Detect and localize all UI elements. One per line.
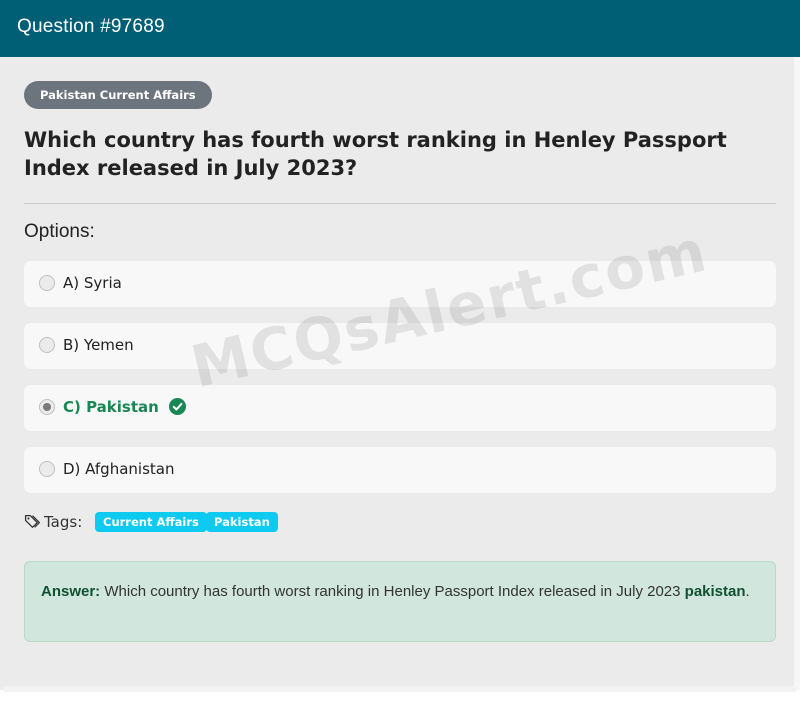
tags-label: Tags: <box>44 513 83 531</box>
divider <box>24 203 776 204</box>
option-d-radio[interactable] <box>39 461 55 477</box>
question-header: Question #97689 <box>0 0 800 57</box>
question-text: Which country has fourth worst ranking i… <box>24 128 727 180</box>
option-c[interactable]: C) Pakistan <box>24 385 776 431</box>
option-a[interactable]: A) Syria <box>24 261 776 307</box>
option-a-radio[interactable] <box>39 275 55 291</box>
option-b-radio[interactable] <box>39 337 55 353</box>
answer-question: Which country has fourth worst ranking i… <box>104 583 681 600</box>
answer-text: Answer: Which country has fourth worst r… <box>41 580 761 604</box>
option-c-radio[interactable] <box>39 399 55 415</box>
answer-suffix: . <box>745 583 750 600</box>
option-c-text: C) Pakistan <box>63 398 186 416</box>
check-circle-icon <box>168 398 186 415</box>
options-label: Options: <box>24 221 95 242</box>
card-bottom-edge <box>4 686 796 692</box>
option-b[interactable]: B) Yemen <box>24 323 776 369</box>
option-c-label: C) Pakistan <box>63 398 159 416</box>
answer-box: Answer: Which country has fourth worst r… <box>24 561 776 642</box>
option-b-label: B) Yemen <box>63 336 134 354</box>
tags-icon <box>24 515 41 528</box>
option-d-label: D) Afghanistan <box>63 460 175 478</box>
answer-value: pakistan <box>684 583 746 600</box>
category-badge[interactable]: Pakistan Current Affairs <box>24 81 212 109</box>
tag-current-affairs[interactable]: Current Affairs <box>95 512 207 532</box>
question-number-title: Question #97689 <box>17 16 165 37</box>
answer-prefix: Answer: <box>41 583 101 600</box>
option-a-label: A) Syria <box>63 274 122 292</box>
option-d[interactable]: D) Afghanistan <box>24 447 776 493</box>
tag-pakistan[interactable]: Pakistan <box>206 512 278 532</box>
